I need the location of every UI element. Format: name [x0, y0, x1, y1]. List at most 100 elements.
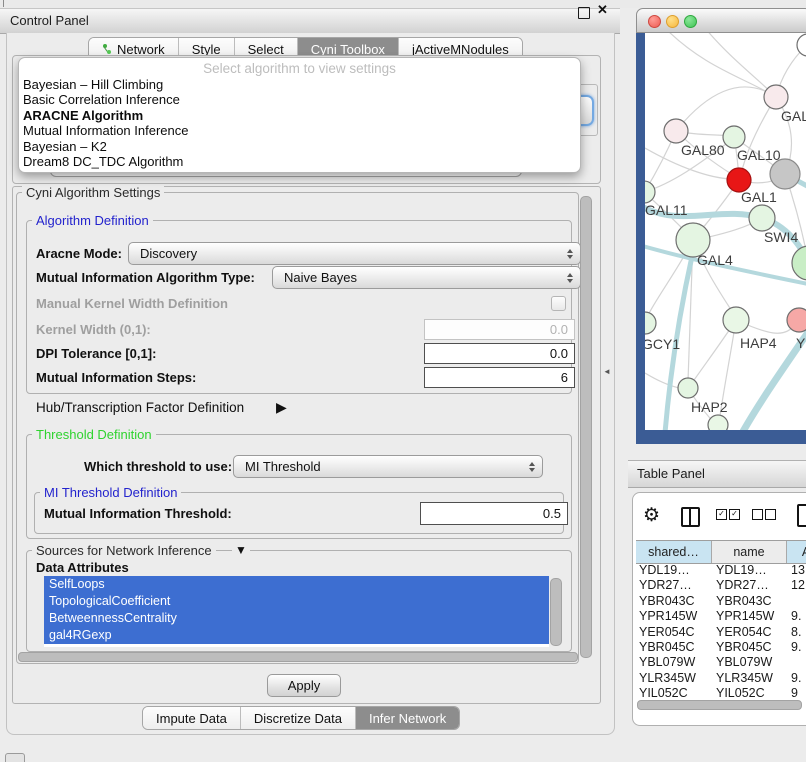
tab-infer-network[interactable]: Infer Network: [355, 707, 459, 729]
data-attribute-item[interactable]: SelfLoops: [44, 576, 549, 593]
data-attributes-label: Data Attributes: [36, 560, 129, 575]
algorithm-dropdown-item[interactable]: ARACNE Algorithm: [19, 108, 580, 123]
settings-vscrollbar[interactable]: [580, 196, 592, 658]
algorithm-dropdown-item[interactable]: Dream8 DC_TDC Algorithm: [19, 154, 580, 169]
table-row[interactable]: YDR27… YDR27… 12: [636, 578, 806, 593]
kernel-width-label: Kernel Width (0,1):: [36, 322, 151, 337]
network-node-swi4[interactable]: [749, 205, 775, 231]
column-header-shared-name[interactable]: shared…: [636, 541, 712, 563]
network-node-y[interactable]: [787, 308, 806, 332]
cell-shared-name: YER054C: [636, 625, 712, 640]
network-node[interactable]: [770, 159, 800, 189]
network-node[interactable]: [708, 415, 728, 430]
chevron-right-icon[interactable]: ▶: [276, 399, 287, 416]
close-traffic-light-icon[interactable]: [648, 15, 661, 28]
unchecked-checkbox-icon[interactable]: [752, 509, 763, 520]
float-window-icon[interactable]: [578, 7, 590, 19]
close-icon[interactable]: ✕: [597, 2, 608, 18]
cell-shared-name: YPR145W: [636, 609, 712, 624]
table-row[interactable]: YPR145W YPR145W 9.: [636, 609, 806, 624]
table-row[interactable]: YBR045C YBR045C 9.: [636, 640, 806, 655]
mi-steps-value: 6: [561, 370, 568, 385]
minimize-traffic-light-icon[interactable]: [666, 15, 679, 28]
algorithm-dropdown-item[interactable]: Mutual Information Inference: [19, 123, 580, 138]
table-row[interactable]: YLR345W YLR345W 9.: [636, 671, 806, 686]
cell-value: [787, 594, 791, 609]
mi-threshold-label: Mutual Information Threshold:: [44, 506, 232, 521]
column-header-name[interactable]: name: [712, 541, 787, 563]
table-row[interactable]: YBL079W YBL079W: [636, 655, 806, 670]
unchecked-checkbox-icon[interactable]: [765, 509, 776, 520]
network-node-label: GAL7: [781, 108, 806, 124]
control-panel-title: Control Panel: [10, 13, 89, 28]
cell-shared-name: YBR045C: [636, 640, 712, 655]
network-node[interactable]: [792, 246, 806, 280]
dpi-tolerance-field[interactable]: 0.0: [424, 343, 575, 364]
network-node-hap2[interactable]: [678, 378, 698, 398]
dpi-tolerance-label: DPI Tolerance [0,1]:: [36, 346, 156, 361]
network-node-label: GAL11: [645, 202, 688, 218]
which-threshold-select[interactable]: MI Threshold: [233, 455, 543, 478]
panel-icon[interactable]: [797, 504, 806, 527]
mi-steps-field[interactable]: 6: [424, 367, 575, 388]
table-row[interactable]: YIL052C YIL052C 9: [636, 686, 806, 699]
network-node-label: HAP2: [691, 399, 728, 415]
gear-icon[interactable]: ⚙: [643, 504, 660, 527]
checked-checkbox-icon[interactable]: ✓: [716, 509, 727, 520]
algorithm-dropdown-item[interactable]: Basic Correlation Inference: [19, 92, 580, 107]
mi-threshold-value: 0.5: [543, 506, 561, 521]
table-row[interactable]: YBR043C YBR043C: [636, 594, 806, 609]
cell-value: 12: [787, 578, 805, 593]
table-panel-titlebar: Table Panel: [628, 460, 806, 488]
mi-type-select[interactable]: Naive Bayes: [272, 266, 581, 289]
cell-shared-name: YDL19…: [636, 563, 712, 578]
data-attribute-item[interactable]: gal4RGexp: [44, 627, 549, 644]
cell-value: 9: [787, 686, 798, 699]
tab-impute-data[interactable]: Impute Data: [143, 707, 240, 729]
hub-section-label[interactable]: Hub/Transcription Factor Definition: [36, 400, 244, 415]
cell-name: YDR27…: [712, 578, 787, 593]
data-attribute-item[interactable]: TopologicalCoefficient: [44, 593, 549, 610]
mi-threshold-field[interactable]: 0.5: [420, 502, 568, 525]
column-header-a[interactable]: A: [787, 541, 806, 563]
chevron-down-icon[interactable]: ▼: [232, 543, 250, 557]
network-node-gal10[interactable]: [723, 126, 745, 148]
table-hscrollbar[interactable]: [637, 700, 802, 710]
cell-value: 13: [787, 563, 805, 578]
algorithm-dropdown-item[interactable]: Bayesian – K2: [19, 139, 580, 154]
sources-title: Sources for Network Inference: [32, 543, 216, 558]
data-attribute-item[interactable]: BetweennessCentrality: [44, 610, 549, 627]
algorithm-dropdown-item[interactable]: Bayesian – Hill Climbing: [19, 77, 580, 92]
network-node[interactable]: [797, 34, 806, 56]
zoom-traffic-light-icon[interactable]: [684, 15, 697, 28]
aracne-mode-value: Discovery: [140, 246, 197, 261]
settings-hscrollbar[interactable]: [18, 652, 578, 662]
algorithm-dropdown-placeholder: Select algorithm to view settings: [19, 60, 580, 77]
network-window-titlebar[interactable]: [636, 8, 806, 33]
network-graph[interactable]: GAL7GAL80GAL10GAL1GAL11SWI4GAL4GCY1HAP4Y…: [645, 33, 806, 430]
checked-checkbox-icon[interactable]: ✓: [729, 509, 740, 520]
splitter-handle-icon[interactable]: ◄: [603, 367, 611, 376]
network-node-label: GAL1: [741, 189, 777, 205]
network-node-gal11[interactable]: [645, 181, 655, 203]
network-canvas[interactable]: GAL7GAL80GAL10GAL1GAL11SWI4GAL4GCY1HAP4Y…: [645, 33, 806, 430]
kernel-width-field[interactable]: 0.0: [424, 319, 575, 340]
network-node-gal80[interactable]: [664, 119, 688, 143]
algorithm-definition-title: Algorithm Definition: [32, 213, 153, 228]
minimized-panel-icon[interactable]: [5, 753, 25, 762]
aracne-mode-select[interactable]: Discovery: [128, 242, 581, 265]
tab-discretize-data[interactable]: Discretize Data: [240, 707, 355, 729]
mi-steps-label: Mutual Information Steps:: [36, 370, 196, 385]
apply-button[interactable]: Apply: [267, 674, 341, 697]
table-row[interactable]: YER054C YER054C 8.: [636, 625, 806, 640]
column-layout-icon[interactable]: [681, 507, 700, 527]
manual-kernel-checkbox[interactable]: [551, 296, 566, 311]
network-node-hap4[interactable]: [723, 307, 749, 333]
stepper-icon: [567, 273, 573, 283]
stepper-icon: [567, 249, 573, 259]
attributes-scrollbar[interactable]: [550, 578, 562, 646]
table-row[interactable]: YDL19… YDL19… 13: [636, 563, 806, 578]
network-node-gal7[interactable]: [764, 85, 788, 109]
cell-name: YDL19…: [712, 563, 787, 578]
network-node-gcy1[interactable]: [645, 312, 656, 334]
